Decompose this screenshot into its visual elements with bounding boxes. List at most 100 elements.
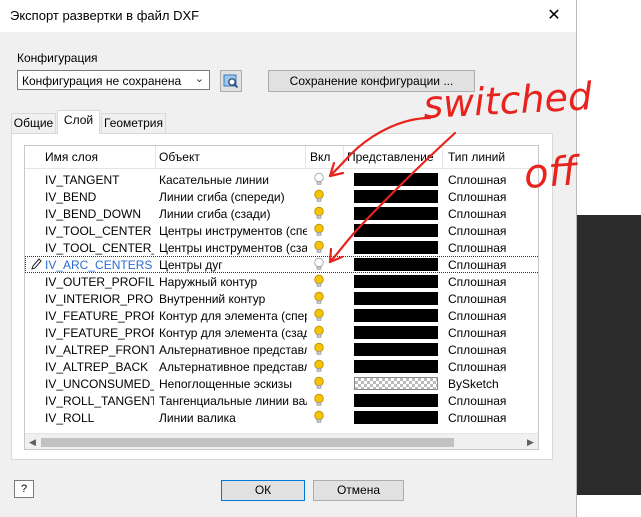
tab-layer[interactable]: Слой [57, 110, 100, 134]
representation-swatch[interactable] [354, 292, 438, 305]
lightbulb-on-icon[interactable] [312, 325, 326, 339]
representation-swatch[interactable] [354, 241, 438, 254]
layer-name-cell[interactable]: IV_ALTREP_FRONT [45, 343, 154, 357]
scroll-right-icon[interactable]: ▶ [527, 437, 534, 448]
layer-name-cell[interactable]: IV_ALTREP_BACK [45, 360, 154, 374]
config-dropdown[interactable]: Конфигурация не сохранена ⌄ [17, 70, 210, 90]
lightbulb-on-icon[interactable] [312, 189, 326, 203]
object-cell: Контур для элемента (спере [159, 309, 307, 323]
table-row[interactable]: IV_TANGENT Касательные линии Сплошная [25, 171, 538, 188]
table-row[interactable]: IV_FEATURE_PROFILE Контур для элемента (с… [25, 307, 538, 324]
lightbulb-on-icon[interactable] [312, 240, 326, 254]
linetype-cell[interactable]: Сплошная [448, 241, 538, 255]
header-representation[interactable]: Представление [347, 150, 434, 164]
layer-name-cell[interactable]: IV_TOOL_CENTER [45, 224, 154, 238]
table-row[interactable]: IV_ROLL_TANGENT Тангенциальные линии вали… [25, 392, 538, 409]
lightbulb-on-icon[interactable] [312, 291, 326, 305]
representation-swatch[interactable] [354, 309, 438, 322]
layer-name-cell[interactable]: IV_OUTER_PROFILE [45, 275, 154, 289]
table-row[interactable]: IV_TOOL_CENTER Центры инструментов (спере… [25, 222, 538, 239]
table-row[interactable]: IV_ALTREP_BACK Альтернативное представле С… [25, 358, 538, 375]
linetype-cell[interactable]: Сплошная [448, 258, 538, 272]
horizontal-scrollbar[interactable]: ◀ ▶ [25, 433, 538, 449]
layer-name-cell[interactable]: IV_TANGENT [45, 173, 154, 187]
linetype-cell[interactable]: Сплошная [448, 173, 538, 187]
linetype-cell[interactable]: Сплошная [448, 292, 538, 306]
linetype-cell[interactable]: Сплошная [448, 343, 538, 357]
lightbulb-on-icon[interactable] [312, 274, 326, 288]
object-cell: Центры инструментов (сзади [159, 241, 307, 255]
table-row[interactable]: IV_FEATURE_PROFILE Контур для элемента (с… [25, 324, 538, 341]
tab-general[interactable]: Общие [11, 113, 56, 133]
layer-name-cell[interactable]: IV_FEATURE_PROFILE [45, 309, 154, 323]
layer-name-cell[interactable]: IV_TOOL_CENTER_DO [45, 241, 154, 255]
header-linetype[interactable]: Тип линий [448, 150, 505, 164]
lightbulb-off-icon[interactable] [312, 257, 326, 271]
layer-name-cell[interactable]: IV_ARC_CENTERS [45, 258, 154, 272]
layer-name-cell[interactable]: IV_UNCONSUMED_SKE [45, 377, 154, 391]
linetype-cell[interactable]: Сплошная [448, 275, 538, 289]
table-row[interactable]: IV_ARC_CENTERS Центры дуг Сплошная [25, 256, 538, 273]
lightbulb-on-icon[interactable] [312, 308, 326, 322]
layer-name-cell[interactable]: IV_BEND_DOWN [45, 207, 154, 221]
linetype-cell[interactable]: Сплошная [448, 309, 538, 323]
layer-name-cell[interactable]: IV_INTERIOR_PROFILI [45, 292, 154, 306]
linetype-cell[interactable]: Сплошная [448, 207, 538, 221]
representation-swatch[interactable] [354, 394, 438, 407]
save-config-button[interactable]: Сохранение конфигурации ... [268, 70, 475, 92]
representation-swatch[interactable] [354, 173, 438, 186]
layer-name-cell[interactable]: IV_FEATURE_PROFILE [45, 326, 154, 340]
ok-button[interactable]: ОК [221, 480, 305, 501]
header-on[interactable]: Вкл [310, 150, 330, 164]
linetype-cell[interactable]: Сплошная [448, 394, 538, 408]
lightbulb-on-icon[interactable] [312, 376, 326, 390]
table-row[interactable]: IV_ALTREP_FRONT Альтернативное представле… [25, 341, 538, 358]
close-button[interactable]: ✕ [534, 0, 574, 32]
linetype-cell[interactable]: Сплошная [448, 411, 538, 425]
table-row[interactable]: IV_TOOL_CENTER_DO Центры инструментов (сз… [25, 239, 538, 256]
lightbulb-on-icon[interactable] [312, 342, 326, 356]
lightbulb-off-icon[interactable] [312, 172, 326, 186]
browse-config-button[interactable] [220, 70, 242, 92]
scroll-left-icon[interactable]: ◀ [29, 437, 36, 448]
representation-swatch[interactable] [354, 207, 438, 220]
layer-name-cell[interactable]: IV_ROLL_TANGENT [45, 394, 154, 408]
linetype-cell[interactable]: Сплошная [448, 326, 538, 340]
header-object[interactable]: Объект [159, 150, 200, 164]
representation-swatch[interactable] [354, 258, 438, 271]
help-button[interactable]: ? [14, 480, 34, 498]
lightbulb-on-icon[interactable] [312, 393, 326, 407]
lightbulb-on-icon[interactable] [312, 223, 326, 237]
representation-swatch[interactable] [354, 377, 438, 390]
linetype-cell[interactable]: Сплошная [448, 190, 538, 204]
table-row[interactable]: IV_BEND Линии сгиба (спереди) Сплошная [25, 188, 538, 205]
linetype-cell[interactable]: BySketch [448, 377, 538, 391]
linetype-cell[interactable]: Сплошная [448, 360, 538, 374]
representation-swatch[interactable] [354, 275, 438, 288]
representation-swatch[interactable] [354, 343, 438, 356]
tab-geometry[interactable]: Геометрия [101, 113, 166, 133]
dxf-export-dialog: Экспорт развертки в файл DXF ✕ Конфигура… [0, 0, 577, 517]
header-layer-name[interactable]: Имя слоя [45, 150, 98, 164]
object-cell: Центры инструментов (спере [159, 224, 307, 238]
table-row[interactable]: IV_UNCONSUMED_SKE Непоглощенные эскизы ByS… [25, 375, 538, 392]
object-cell: Линии сгиба (спереди) [159, 190, 285, 204]
representation-swatch[interactable] [354, 326, 438, 339]
representation-swatch[interactable] [354, 411, 438, 424]
lightbulb-on-icon[interactable] [312, 410, 326, 424]
table-row[interactable]: IV_BEND_DOWN Линии сгиба (сзади) Сплошная [25, 205, 538, 222]
cancel-button[interactable]: Отмена [313, 480, 404, 501]
layer-name-cell[interactable]: IV_ROLL [45, 411, 154, 425]
representation-swatch[interactable] [354, 224, 438, 237]
linetype-cell[interactable]: Сплошная [448, 224, 538, 238]
chevron-down-icon: ⌄ [194, 73, 204, 85]
scroll-thumb[interactable] [41, 438, 454, 447]
table-row[interactable]: IV_INTERIOR_PROFILI Внутренний контур Спло… [25, 290, 538, 307]
representation-swatch[interactable] [354, 190, 438, 203]
table-row[interactable]: IV_OUTER_PROFILE Наружный контур Сплошная [25, 273, 538, 290]
lightbulb-on-icon[interactable] [312, 359, 326, 373]
table-row[interactable]: IV_ROLL Линии валика Сплошная [25, 409, 538, 426]
lightbulb-on-icon[interactable] [312, 206, 326, 220]
layer-name-cell[interactable]: IV_BEND [45, 190, 154, 204]
representation-swatch[interactable] [354, 360, 438, 373]
